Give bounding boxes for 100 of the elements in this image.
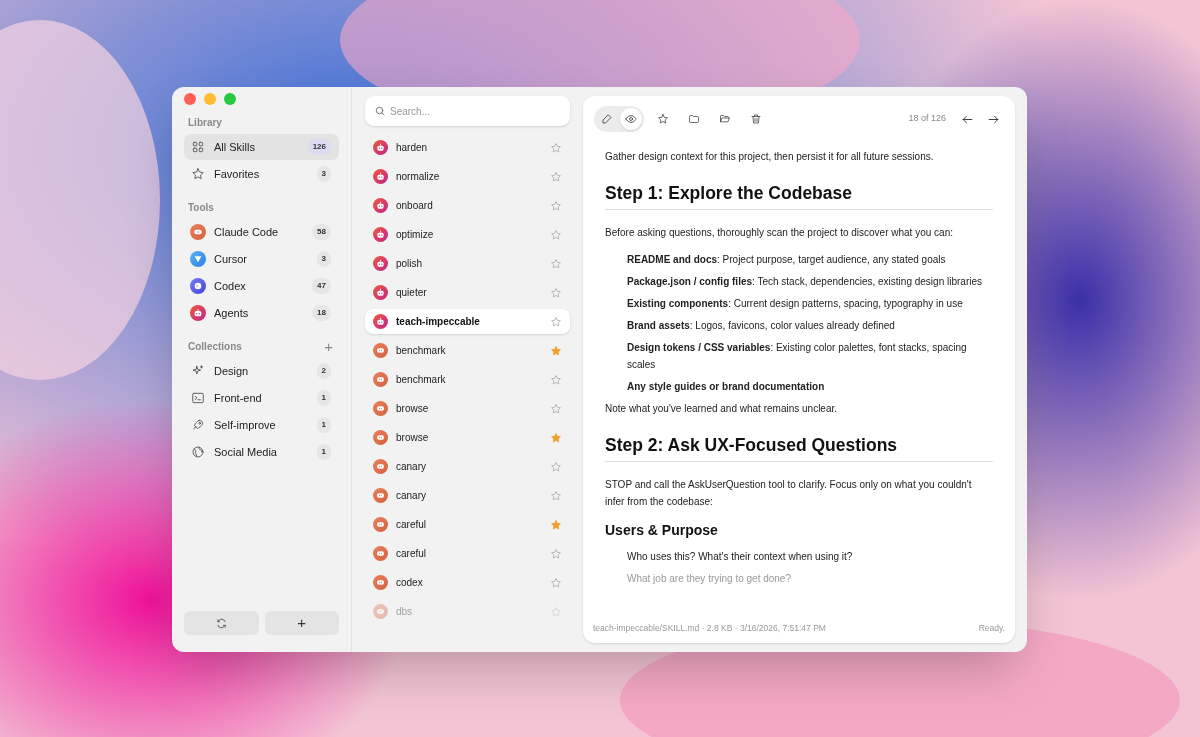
sidebar-item[interactable]: Cursor 3	[184, 246, 339, 272]
skill-list-item[interactable]: canary	[365, 483, 570, 508]
star-icon[interactable]	[550, 228, 562, 241]
claude-tool-icon	[373, 459, 388, 474]
star-icon	[657, 113, 669, 125]
skill-list-item[interactable]: codex	[365, 570, 570, 595]
skill-list-item[interactable]: browse	[365, 396, 570, 421]
skill-list-item[interactable]: harden	[365, 135, 570, 160]
sidebar-item[interactable]: Claude Code 58	[184, 219, 339, 245]
terminal-icon	[191, 391, 205, 405]
rocket-icon	[191, 418, 205, 432]
skill-list-item[interactable]: benchmark	[365, 338, 570, 363]
paragraph: Gather design context for this project, then persist it for all future sessions.	[605, 150, 935, 164]
skill-list-item[interactable]: quieter	[365, 280, 570, 305]
sidebar-item[interactable]: Design 2	[184, 358, 339, 384]
list-item: What job are they trying to get done?	[626, 572, 792, 586]
section-heading: Tools	[188, 201, 214, 215]
star-icon[interactable]	[550, 286, 562, 299]
search-field[interactable]: Search...	[365, 96, 570, 126]
count-badge: 3	[316, 166, 331, 182]
sidebar-item[interactable]: Social Media 1	[184, 439, 339, 465]
paragraph: Note what you've learned and what remains unclear.	[605, 402, 839, 416]
agents-tool-icon	[373, 314, 388, 329]
refresh-button[interactable]	[184, 611, 259, 635]
star-icon[interactable]	[550, 576, 562, 589]
star-icon[interactable]	[550, 141, 562, 154]
position-indicator: 18 of 126	[908, 112, 946, 126]
sidebar-item[interactable]: Codex 47	[184, 273, 339, 299]
paragraph: Before asking questions, thoroughly scan the project to discover what you can:	[605, 226, 954, 240]
file-info: teach-impeccable/SKILL.md · 2.8 KB · 3/16/2026, 7:51:47 PM	[593, 621, 826, 635]
count-badge: 2	[316, 363, 331, 379]
list-item: README and docs: Project purpose, target audience, any stated goals	[626, 253, 947, 267]
count-badge: 58	[312, 224, 331, 240]
star-icon[interactable]	[550, 373, 562, 386]
claude-tool-icon	[373, 430, 388, 445]
add-button[interactable]: +	[264, 611, 339, 635]
agents-tool-icon	[373, 256, 388, 271]
star-icon[interactable]	[550, 460, 562, 473]
claude-tool-icon	[373, 343, 388, 358]
star-icon[interactable]	[550, 170, 562, 183]
sidebar-item[interactable]: All Skills 126	[184, 134, 339, 160]
skill-list-item[interactable]: careful	[365, 541, 570, 566]
claude-tool-icon	[373, 575, 388, 590]
skill-list-item[interactable]: polish	[365, 251, 570, 276]
skill-list-item[interactable]: benchmark	[365, 367, 570, 392]
count-badge: 18	[312, 305, 331, 321]
cursor-tool-icon	[190, 251, 206, 267]
heading: Step 1: Explore the Codebase	[605, 181, 993, 210]
claude-tool-icon	[373, 517, 388, 532]
claude-tool-icon	[190, 224, 206, 240]
trash-icon	[750, 113, 762, 125]
sidebar-item[interactable]: Agents 18	[184, 300, 339, 326]
agents-tool-icon	[373, 169, 388, 184]
count-badge: 1	[316, 417, 331, 433]
list-item: Brand assets: Logos, favicons, color values already defined	[626, 319, 896, 333]
refresh-icon	[215, 617, 227, 629]
sidebar-item[interactable]: Front-end 1	[184, 385, 339, 411]
star-icon[interactable]	[550, 402, 562, 415]
folder-icon	[688, 113, 700, 125]
skill-list-item[interactable]: teach-impeccable	[365, 309, 570, 334]
zoom-window-button[interactable]	[224, 93, 236, 105]
skill-list-item[interactable]: browse	[365, 425, 570, 450]
star-icon[interactable]	[550, 315, 562, 328]
open-folder-icon	[719, 113, 731, 125]
pencil-icon	[601, 113, 613, 125]
search-icon	[374, 105, 386, 117]
agents-tool-icon	[373, 227, 388, 242]
heading: Step 2: Ask UX-Focused Questions	[605, 433, 993, 462]
claude-tool-icon	[373, 488, 388, 503]
star-icon[interactable]	[550, 489, 562, 502]
skill-list-item[interactable]: optimize	[365, 222, 570, 247]
count-badge: 47	[312, 278, 331, 294]
skill-list-item[interactable]: careful	[365, 512, 570, 537]
claude-tool-icon	[373, 372, 388, 387]
claude-tool-icon	[373, 401, 388, 416]
sidebar-item[interactable]: Self-improve 1	[184, 412, 339, 438]
close-window-button[interactable]	[184, 93, 196, 105]
filled-star-icon[interactable]	[550, 431, 562, 444]
agents-tool-icon	[190, 305, 206, 321]
agents-tool-icon	[373, 285, 388, 300]
minimize-window-button[interactable]	[204, 93, 216, 105]
filled-star-icon[interactable]	[550, 344, 562, 357]
star-icon[interactable]	[550, 199, 562, 212]
status-text: Ready.	[978, 621, 1005, 635]
preview-mode-button[interactable]	[620, 108, 642, 130]
paragraph: STOP and call the AskUserQuestion tool to clarify. Focus only on what you couldn't infer from the codebase:	[605, 478, 973, 509]
grid-icon	[191, 140, 205, 154]
skill-list-item[interactable]: onboard	[365, 193, 570, 218]
skill-list-item[interactable]: normalize	[365, 164, 570, 189]
count-badge: 3	[316, 251, 331, 267]
count-badge: 1	[316, 444, 331, 460]
count-badge: 1	[316, 390, 331, 406]
star-icon[interactable]	[550, 547, 562, 560]
sidebar-item[interactable]: Favorites 3	[184, 161, 339, 187]
star-icon[interactable]	[550, 257, 562, 270]
list-item: Who uses this? What's their context when using it?	[626, 550, 854, 564]
filled-star-icon[interactable]	[550, 518, 562, 531]
globe-icon	[191, 445, 205, 459]
claude-tool-icon	[373, 546, 388, 561]
skill-list-item[interactable]: canary	[365, 454, 570, 479]
